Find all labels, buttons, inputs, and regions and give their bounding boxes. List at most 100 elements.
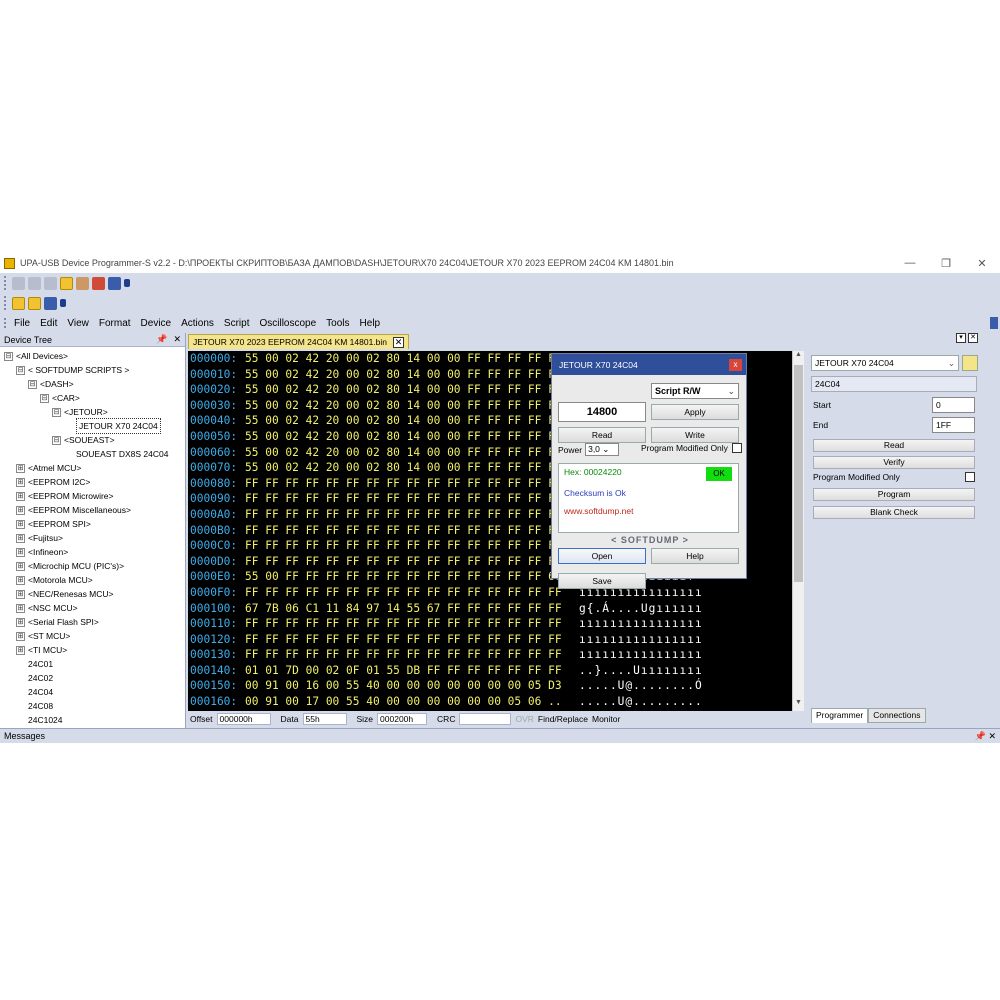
toolbar-grip[interactable] <box>4 296 7 310</box>
verify-device-icon[interactable] <box>28 276 41 290</box>
hex-bytes[interactable]: FF FF FF FF FF FF FF FF FF FF FF FF FF F… <box>245 632 575 648</box>
tree-item[interactable]: JETOUR X70 24C04 <box>0 418 185 434</box>
hex-bytes[interactable]: FF FF FF FF FF FF FF FF FF FF FF FF FF F… <box>245 585 575 601</box>
tree-item[interactable]: ⊟ <All Devices> <box>0 349 185 363</box>
hex-bytes[interactable]: 55 00 02 42 20 00 02 80 14 00 00 FF FF F… <box>245 398 575 414</box>
hex-ascii[interactable]: .....U@......... <box>575 694 703 710</box>
tree-item[interactable]: ⊞ <EEPROM Microwire> <box>0 489 185 503</box>
program-button[interactable]: Program <box>813 488 975 501</box>
menu-file[interactable]: File <box>9 318 35 329</box>
hex-bytes[interactable]: 55 00 02 42 20 00 02 80 14 00 00 FF FF F… <box>245 367 575 383</box>
find-replace-link[interactable]: Find/Replace <box>538 714 588 724</box>
expand-icon[interactable]: ⊞ <box>16 575 25 585</box>
hex-bytes[interactable]: FF FF FF FF FF FF FF FF FF FF FF FF FF F… <box>245 507 575 523</box>
scroll-down-icon[interactable]: ▼ <box>793 699 804 711</box>
messages-close-icon[interactable]: ✕ <box>988 731 996 741</box>
expand-icon[interactable]: ⊞ <box>16 589 25 599</box>
toolbar-overflow-icon[interactable] <box>124 279 130 287</box>
hex-bytes[interactable]: 01 01 7D 00 02 0F 01 55 DB FF FF FF FF F… <box>245 663 575 679</box>
tree-item[interactable]: 24C04 <box>0 685 185 699</box>
hex-row[interactable]: 0000F0: FF FF FF FF FF FF FF FF FF FF FF … <box>188 585 792 601</box>
new-file-icon[interactable] <box>12 296 25 310</box>
hex-bytes[interactable]: 55 00 02 42 20 00 02 80 14 00 00 FF FF F… <box>245 351 575 367</box>
tree-item[interactable]: ⊟ <CAR> <box>0 391 185 405</box>
end-input[interactable]: 1FF <box>932 417 975 433</box>
dialog-title-bar[interactable]: JETOUR X70 24C04 x <box>552 354 746 375</box>
dialog-program-modified-only[interactable]: Program Modified Only <box>641 443 742 453</box>
hex-bytes[interactable]: FF FF FF FF FF FF FF FF FF FF FF FF FF F… <box>245 554 575 570</box>
tree-item[interactable]: ⊟ < SOFTDUMP SCRIPTS > <box>0 363 185 377</box>
dialog-program-modified-only-checkbox[interactable] <box>731 443 742 453</box>
close-window-button[interactable]: ✕ <box>964 257 1000 270</box>
tree-item[interactable]: 24C08 <box>0 699 185 713</box>
hex-ascii[interactable]: ıııııııııııııııı <box>575 632 703 648</box>
maximize-button[interactable]: ❐ <box>928 257 964 270</box>
hex-bytes[interactable]: FF FF FF FF FF FF FF FF FF FF FF FF FF F… <box>245 491 575 507</box>
program-device-icon[interactable] <box>44 276 57 290</box>
menu-format[interactable]: Format <box>94 318 136 329</box>
script-icon[interactable] <box>76 276 89 290</box>
menu-view[interactable]: View <box>62 318 94 329</box>
hex-bytes[interactable]: 55 00 FF FF FF FF FF FF FF FF FF FF FF F… <box>245 569 575 585</box>
hex-bytes[interactable]: 55 00 02 42 20 00 02 80 14 00 00 FF FF F… <box>245 429 575 445</box>
verify-button[interactable]: Verify <box>813 456 975 469</box>
hex-row[interactable]: 000140: 01 01 7D 00 02 0F 01 55 DB FF FF … <box>188 663 792 679</box>
panel-menu-icon[interactable]: ▾ <box>956 333 966 343</box>
menu-oscilloscope[interactable]: Oscilloscope <box>254 318 321 329</box>
hex-row[interactable]: 000120: FF FF FF FF FF FF FF FF FF FF FF … <box>188 632 792 648</box>
dialog-write-button[interactable]: Write <box>651 427 739 443</box>
panel-close-icon[interactable]: ✕ <box>968 333 978 343</box>
pin-icon[interactable]: 📌 <box>156 334 167 345</box>
expand-icon[interactable]: ⊞ <box>16 519 25 529</box>
tree-item[interactable]: ⊟ <SOUEAST> <box>0 433 185 447</box>
dialog-close-button[interactable]: x <box>729 358 742 371</box>
tree-item[interactable]: 24C01 <box>0 657 185 671</box>
scroll-thumb[interactable] <box>794 365 803 582</box>
hex-row[interactable]: 000160: 00 91 00 17 00 55 40 00 00 00 00 … <box>188 694 792 710</box>
toolbar-overflow-icon[interactable] <box>60 299 66 307</box>
tree-item[interactable]: ⊞ <Microchip MCU (PIC's)> <box>0 559 185 573</box>
toolbar-grip[interactable] <box>4 276 7 290</box>
expand-icon[interactable]: ⊞ <box>16 603 25 613</box>
expand-icon[interactable]: ⊞ <box>16 617 25 627</box>
tree-item[interactable]: ⊞ <Serial Flash SPI> <box>0 615 185 629</box>
start-input[interactable]: 0 <box>932 397 975 413</box>
hex-row[interactable]: 000110: FF FF FF FF FF FF FF FF FF FF FF … <box>188 616 792 632</box>
tree-item[interactable]: ⊞ <Motorola MCU> <box>0 573 185 587</box>
hex-ascii[interactable]: ıııııııııııııııı <box>575 616 703 632</box>
scroll-up-icon[interactable]: ▲ <box>793 351 804 363</box>
device-select[interactable]: JETOUR X70 24C04 ⌄ <box>811 355 959 371</box>
hex-row[interactable]: 000100: 67 7B 06 C1 11 84 97 14 55 67 FF … <box>188 601 792 617</box>
menu-script[interactable]: Script <box>219 318 255 329</box>
minimize-button[interactable]: — <box>892 257 928 269</box>
tree-item[interactable]: 24C1024 <box>0 713 185 727</box>
apply-button[interactable]: Apply <box>651 404 739 420</box>
hex-bytes[interactable]: 55 00 02 42 20 00 02 80 14 00 00 FF FF F… <box>245 413 575 429</box>
hex-bytes[interactable]: 55 00 02 42 20 00 02 80 14 00 00 FF FF F… <box>245 445 575 461</box>
tab-programmer[interactable]: Programmer <box>811 708 869 723</box>
script-mode-select[interactable]: Script R/W ⌄ <box>651 383 739 399</box>
device-info-icon[interactable] <box>60 276 73 290</box>
hex-bytes[interactable]: FF FF FF FF FF FF FF FF FF FF FF FF FF F… <box>245 523 575 539</box>
expand-icon[interactable]: ⊞ <box>16 491 25 501</box>
expand-icon[interactable]: ⊞ <box>16 477 25 487</box>
monitor-link[interactable]: Monitor <box>592 714 620 724</box>
tree-item[interactable]: 24C02 <box>0 671 185 685</box>
expand-icon[interactable]: ⊞ <box>16 561 25 571</box>
hex-ascii[interactable]: ıııııııııııııııı <box>575 647 703 663</box>
save-disk-icon[interactable] <box>44 296 57 310</box>
tree-item[interactable]: ⊞ <Infineon> <box>0 545 185 559</box>
tree-item[interactable]: ⊟ <DASH> <box>0 377 185 391</box>
hex-bytes[interactable]: 00 91 00 16 00 55 40 00 00 00 00 00 00 0… <box>245 678 575 694</box>
hex-bytes[interactable]: 00 91 00 17 00 55 40 00 00 00 00 00 00 0… <box>245 694 575 710</box>
hex-bytes[interactable]: FF FF FF FF FF FF FF FF FF FF FF FF FF F… <box>245 647 575 663</box>
messages-pin-icon[interactable]: 📌 <box>975 731 986 741</box>
expand-icon[interactable]: ⊞ <box>16 547 25 557</box>
collapse-icon[interactable]: ⊟ <box>16 365 25 375</box>
expand-icon[interactable]: ⊞ <box>16 463 25 473</box>
tree-item[interactable]: ⊟ <JETOUR> <box>0 405 185 419</box>
expand-icon[interactable]: ⊞ <box>16 505 25 515</box>
menu-actions[interactable]: Actions <box>176 318 219 329</box>
tree-item[interactable]: ⊞ <TI MCU> <box>0 643 185 657</box>
save-button[interactable]: Save <box>558 573 646 589</box>
